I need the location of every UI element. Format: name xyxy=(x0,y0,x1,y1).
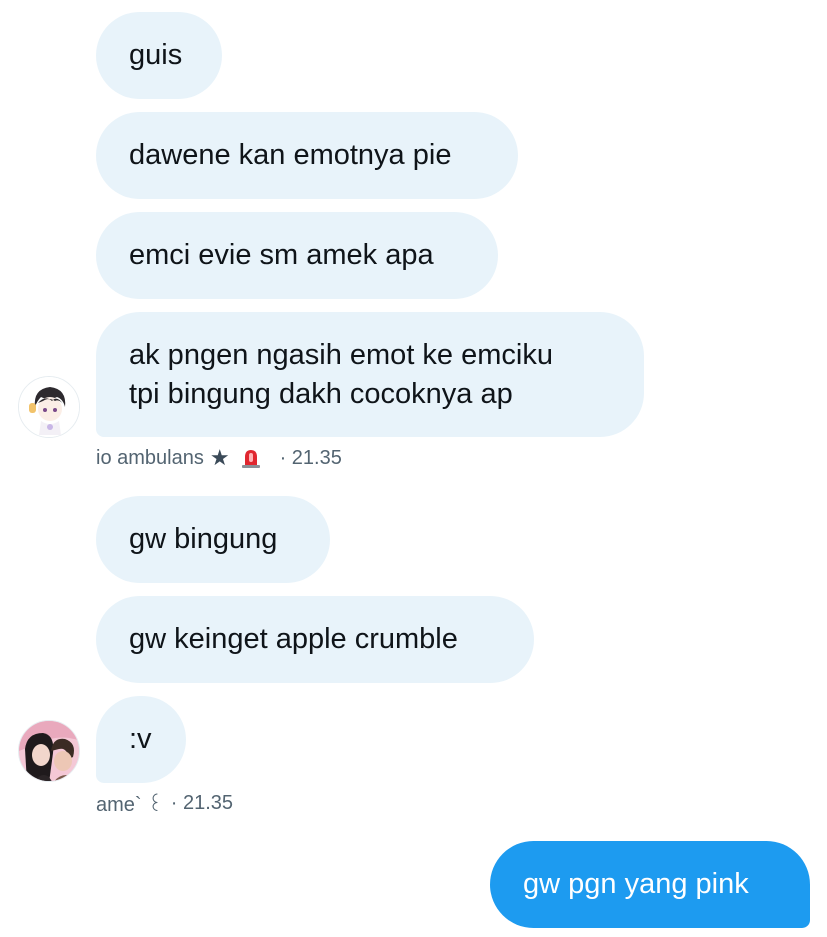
message-time: · 21.35 xyxy=(170,791,234,814)
message-text: :v xyxy=(129,723,152,755)
avatar-image xyxy=(19,377,79,437)
message-text-line: ak pngen ngasih emot ke emciku xyxy=(129,339,553,371)
message-bubble[interactable]: gw bingung xyxy=(96,496,330,583)
siren-icon xyxy=(240,447,262,469)
star-icon: ★ xyxy=(209,445,230,470)
message-bubble[interactable]: :v xyxy=(96,696,186,783)
message-text: guis xyxy=(129,39,183,71)
own-message-bubble[interactable]: gw pgn yang pink xyxy=(490,841,810,928)
message-time: · 21.35 xyxy=(279,446,342,469)
message-bubble[interactable]: dawene kan emotnya pie xyxy=(96,112,518,199)
message-bubble[interactable]: gw keinget apple crumble xyxy=(96,596,534,683)
message-text: dawene kan emotnya pie xyxy=(129,139,452,171)
sender-meta: ame` ꒰ · 21.35 xyxy=(96,790,234,817)
avatar-ame[interactable] xyxy=(18,720,80,782)
message-text: gw bingung xyxy=(129,523,278,555)
message-text: gw keinget apple crumble xyxy=(129,623,458,655)
message-text: gw pgn yang pink xyxy=(523,868,749,900)
message-bubble[interactable]: emci evie sm amek apa xyxy=(96,212,498,299)
message-text: emci evie sm amek apa xyxy=(129,239,434,271)
avatar-image xyxy=(19,721,79,781)
sender-meta: io ambulans ★ · 21.35 xyxy=(96,445,342,470)
sender-name[interactable]: io ambulans xyxy=(96,447,204,470)
avatar-io-ambulans[interactable] xyxy=(18,376,80,438)
message-text-line: tpi bingung dakh cocoknya ap xyxy=(129,378,513,410)
message-bubble[interactable]: ak pngen ngasih emot ke emciku tpi bingu… xyxy=(96,312,644,437)
sender-name[interactable]: ame` ꒰ xyxy=(96,790,163,817)
message-bubble[interactable]: guis xyxy=(96,12,222,99)
